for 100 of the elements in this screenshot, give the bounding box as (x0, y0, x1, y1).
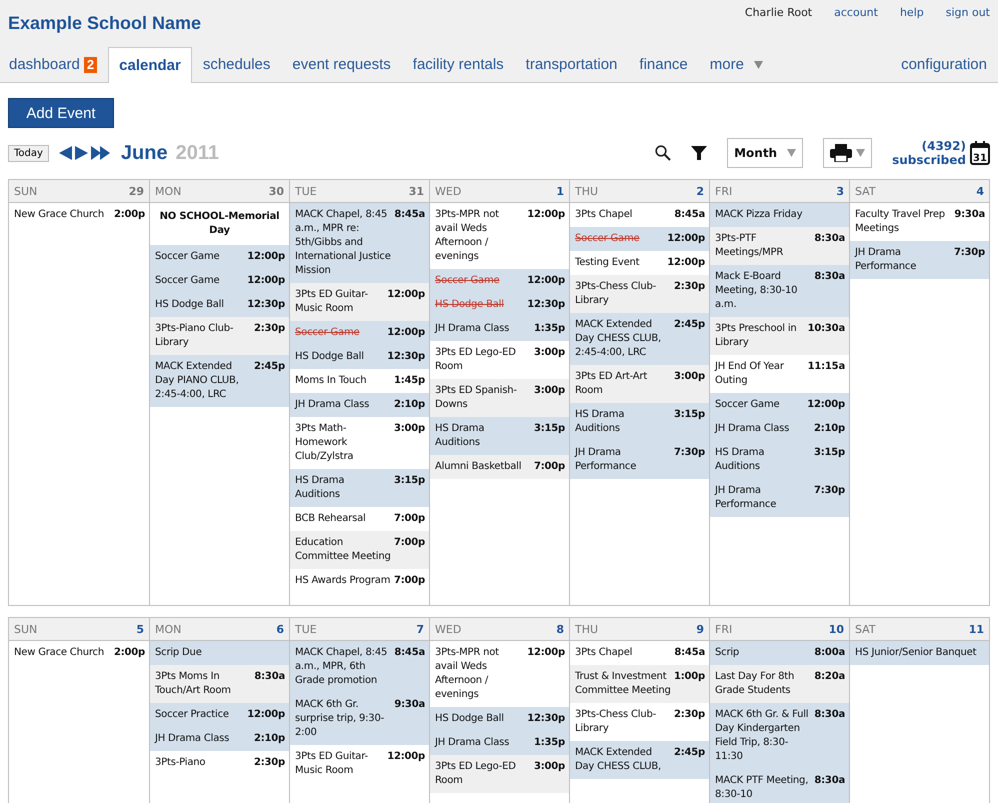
weekday-label: SAT (855, 622, 876, 636)
date-number[interactable]: 5 (136, 622, 144, 636)
calendar-event[interactable]: HS Drama Auditions 3:15p (570, 403, 709, 441)
calendar-event[interactable]: 3Pts ED Guitar-Music Room 12:00p (290, 283, 429, 321)
nav-tab[interactable]: configuration (890, 45, 998, 83)
calendar-event[interactable]: Scrip 8:00a (710, 641, 849, 665)
calendar-event[interactable]: HS Dodge Ball 12:30p (150, 293, 289, 317)
calendar-event[interactable]: JH Drama Performance 7:30p (710, 479, 849, 517)
date-number[interactable]: 29 (128, 184, 144, 198)
next-icon[interactable] (74, 146, 88, 160)
date-number[interactable]: 30 (268, 184, 284, 198)
nav-tab[interactable]: facility rentals (402, 45, 515, 83)
calendar-event[interactable]: Trust & Investment Committee Meeting 1:00p (570, 665, 709, 703)
date-number[interactable]: 9 (696, 622, 704, 636)
nav-tab[interactable]: finance (628, 45, 699, 83)
event-title: JH Drama Performance (715, 484, 778, 512)
calendar-event[interactable]: MACK Chapel, 8:45 a.m., MPR, 6th Grade promotion 8:45a (290, 641, 429, 693)
calendar-event[interactable]: JH Drama Class 2:10p (290, 393, 429, 417)
date-number[interactable]: 8 (556, 622, 564, 636)
calendar-event[interactable]: MACK Pizza Friday (710, 203, 849, 227)
calendar-event[interactable]: Soccer Game 12:00p (430, 269, 569, 293)
event-time: 3:00p (534, 384, 565, 398)
calendar-event[interactable]: Last Day For 8th Grade Students 8:20a (710, 665, 849, 703)
calendar-event[interactable]: HS Drama Auditions 3:15p (710, 441, 849, 479)
calendar-event[interactable]: Alumni Basketball 7:00p (430, 455, 569, 479)
calendar-event[interactable]: 3Pts Preschool in Library 10:30a (710, 317, 849, 355)
calendar-event[interactable]: 3Pts ED Art-Art Room 3:00p (570, 365, 709, 403)
nav-tab[interactable]: dashboard 2 (0, 45, 108, 83)
user-link[interactable]: account (834, 6, 878, 40)
calendar-event[interactable]: JH Drama Performance 7:30p (850, 241, 989, 279)
calendar-event[interactable]: JH Drama Performance 7:30p (570, 441, 709, 479)
nav-tab[interactable]: transportation (514, 45, 628, 83)
nav-tab[interactable]: more (698, 45, 774, 83)
calendar-event[interactable]: Soccer Game 12:00p (150, 245, 289, 269)
fast-forward-icon[interactable] (90, 146, 110, 160)
calendar-event[interactable]: Soccer Game 12:00p (710, 393, 849, 417)
calendar-event[interactable]: 3Pts-PTF Meetings/MPR 8:30a (710, 227, 849, 265)
date-number[interactable]: 10 (828, 622, 844, 636)
event-title: 3Pts Preschool in Library (715, 322, 798, 350)
calendar-icon[interactable]: 31 (970, 141, 990, 165)
event-time: 12:00p (807, 398, 845, 412)
event-title: HS Dodge Ball (435, 298, 505, 312)
date-number[interactable]: 31 (408, 184, 424, 198)
calendar-event[interactable]: Soccer Game 12:00p (570, 227, 709, 251)
add-event-button[interactable]: Add Event (8, 98, 114, 128)
calendar-event[interactable]: 3Pts-Chess Club-Library 2:30p (570, 275, 709, 313)
calendar-event[interactable]: MACK Extended Day CHESS CLUB, 2:45p (570, 741, 709, 779)
subscribe-link[interactable]: (4392) subscribed (892, 139, 966, 167)
date-number[interactable]: 6 (276, 622, 284, 636)
date-number[interactable]: 4 (976, 184, 984, 198)
school-name: Example School Name (8, 12, 202, 35)
user-link[interactable]: help (900, 6, 924, 40)
calendar-event[interactable]: 3Pts-Piano Club-Library 2:30p (150, 317, 289, 355)
event-title: 3Pts-Piano (155, 756, 206, 770)
calendar-event[interactable]: MACK Chapel, 8:45 a.m., MPR re: 5th/Gibbs and International Justice Mission 8:45a (290, 203, 429, 283)
calendar-event[interactable]: JH Drama Class 2:10p (710, 417, 849, 441)
nav-tab[interactable]: calendar (108, 47, 192, 83)
calendar-event[interactable]: 3Pts ED Lego-ED Room 3:00p (430, 755, 569, 793)
calendar-event[interactable]: HS Drama Auditions 3:15p (290, 469, 429, 507)
calendar-event[interactable]: Mack E-Board Meeting, 8:30-10 a.m. 8:30a (710, 265, 849, 317)
calendar-event[interactable]: MACK 6th Gr. surprise trip, 9:30-2:00 9:30a (290, 693, 429, 745)
nav-tab[interactable]: schedules (192, 45, 282, 83)
calendar-event[interactable]: MACK Extended Day CHESS CLUB, 2:45-4:00, LRC 2:45p (570, 313, 709, 365)
calendar-event[interactable]: MACK 6th Gr. & Full Day Kindergarten Field Trip, 8:30-11:30 8:30a (710, 703, 849, 769)
calendar-event[interactable]: Soccer Game 12:00p (150, 269, 289, 293)
calendar-event[interactable]: JH Drama Class 1:35p (430, 317, 569, 341)
event-time: 2:45p (674, 746, 705, 760)
calendar-event[interactable]: Scrip Due (150, 641, 289, 665)
filter-icon[interactable] (691, 145, 708, 161)
calendar-event[interactable]: HS Junior/Senior Banquet (850, 641, 989, 665)
calendar-event[interactable]: 3Pts ED Spanish-Downs 3:00p (430, 379, 569, 417)
calendar-event[interactable]: HS Dodge Ball 12:30p (430, 707, 569, 731)
date-number[interactable]: 2 (696, 184, 704, 198)
calendar-event[interactable]: JH Drama Class 2:10p (150, 727, 289, 751)
event-time: 8:30a (814, 774, 845, 788)
event-time: 12:00p (387, 288, 425, 302)
nav-tab[interactable]: event requests (281, 45, 402, 83)
event-title: Soccer Game (155, 274, 220, 288)
calendar-event[interactable]: MACK Extended Day PIANO CLUB, 2:45-4:00, LRC 2:45p (150, 355, 289, 407)
calendar-event[interactable]: Education Committee Meeting 7:00p (290, 531, 429, 569)
calendar-event[interactable]: 3Pts Moms In Touch/Art Room 8:30a (150, 665, 289, 703)
search-icon[interactable] (655, 145, 672, 161)
event-time: 2:30p (674, 708, 705, 722)
calendar-event[interactable]: HS Drama Auditions 3:15p (430, 417, 569, 455)
calendar-event[interactable]: Soccer Practice 12:00p (150, 703, 289, 727)
event-time: 8:45a (394, 208, 425, 222)
calendar-event[interactable]: JH Drama Class 1:35p (430, 731, 569, 755)
print-button[interactable] (823, 138, 872, 168)
view-select[interactable]: Month (727, 138, 804, 168)
date-number[interactable]: 11 (968, 622, 984, 636)
date-number[interactable]: 3 (836, 184, 844, 198)
date-number[interactable]: 1 (556, 184, 564, 198)
today-button[interactable]: Today (8, 144, 49, 162)
calendar-event[interactable]: HS Dodge Ball 12:30p (290, 345, 429, 369)
calendar-event[interactable]: HS Dodge Ball 12:30p (430, 293, 569, 317)
previous-icon[interactable] (58, 146, 72, 160)
calendar-event[interactable]: MACK PTF Meeting, 8:30-10 8:30a (710, 769, 849, 803)
calendar-event[interactable]: Soccer Game 12:00p (290, 321, 429, 345)
date-number[interactable]: 7 (416, 622, 424, 636)
user-link[interactable]: sign out (946, 6, 990, 40)
